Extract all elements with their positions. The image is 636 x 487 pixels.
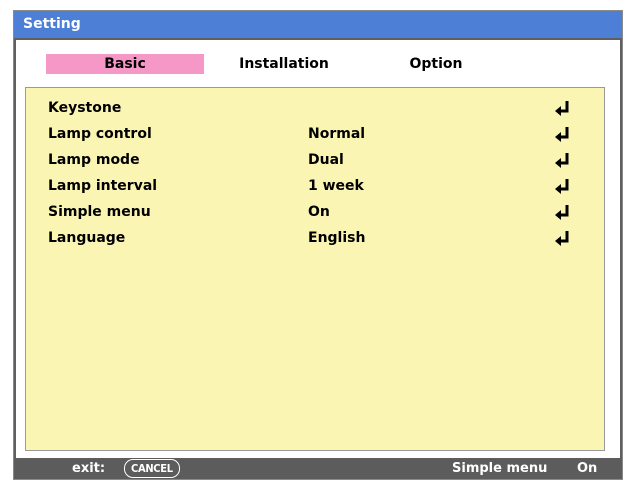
menu-item-lamp-mode[interactable]: Lamp mode Dual bbox=[26, 149, 604, 171]
enter-return-icon bbox=[555, 153, 569, 168]
simple-menu-status-label: Simple menu bbox=[452, 461, 548, 476]
enter-return-icon bbox=[555, 101, 569, 116]
status-bar: exit: CANCEL Simple menu On bbox=[14, 458, 622, 479]
menu-item-lamp-control[interactable]: Lamp control Normal bbox=[26, 123, 604, 145]
menu-item-lamp-interval[interactable]: Lamp interval 1 week bbox=[26, 175, 604, 197]
menu-item-simple-menu[interactable]: Simple menu On bbox=[26, 201, 604, 223]
window-title: Setting bbox=[23, 16, 81, 32]
tab-installation[interactable]: Installation bbox=[224, 54, 344, 74]
enter-return-icon bbox=[555, 231, 569, 246]
cancel-key-button[interactable]: CANCEL bbox=[124, 459, 180, 478]
window-title-bar: Setting bbox=[14, 11, 622, 38]
menu-item-label: Lamp control bbox=[48, 126, 152, 142]
tab-option[interactable]: Option bbox=[386, 54, 486, 74]
tab-basic-label: Basic bbox=[104, 56, 146, 72]
tab-bar: Basic Installation Option bbox=[16, 40, 620, 74]
menu-panel: Keystone Lamp control Normal Lamp mode D… bbox=[25, 87, 605, 451]
menu-item-value: 1 week bbox=[308, 178, 364, 194]
settings-window: Setting Basic Installation Option Keysto… bbox=[13, 10, 623, 480]
menu-item-keystone[interactable]: Keystone bbox=[26, 97, 604, 119]
menu-item-label: Simple menu bbox=[48, 204, 151, 220]
menu-item-value: Normal bbox=[308, 126, 366, 142]
menu-item-label: Keystone bbox=[48, 100, 122, 116]
menu-item-label: Lamp mode bbox=[48, 152, 140, 168]
menu-item-value: On bbox=[308, 204, 330, 220]
menu-item-label: Lamp interval bbox=[48, 178, 158, 194]
menu-item-label: Language bbox=[48, 230, 126, 246]
exit-label: exit: bbox=[72, 461, 106, 476]
tab-basic[interactable]: Basic bbox=[46, 54, 204, 74]
menu-item-value: English bbox=[308, 230, 366, 246]
menu-item-language[interactable]: Language English bbox=[26, 227, 604, 249]
enter-return-icon bbox=[555, 205, 569, 220]
settings-frame: Basic Installation Option Keystone Lamp … bbox=[14, 38, 622, 460]
simple-menu-status-value: On bbox=[577, 461, 598, 476]
enter-return-icon bbox=[555, 179, 569, 194]
tab-option-label: Option bbox=[409, 56, 463, 72]
menu-item-value: Dual bbox=[308, 152, 344, 168]
enter-return-icon bbox=[555, 127, 569, 142]
tab-installation-label: Installation bbox=[239, 56, 329, 72]
